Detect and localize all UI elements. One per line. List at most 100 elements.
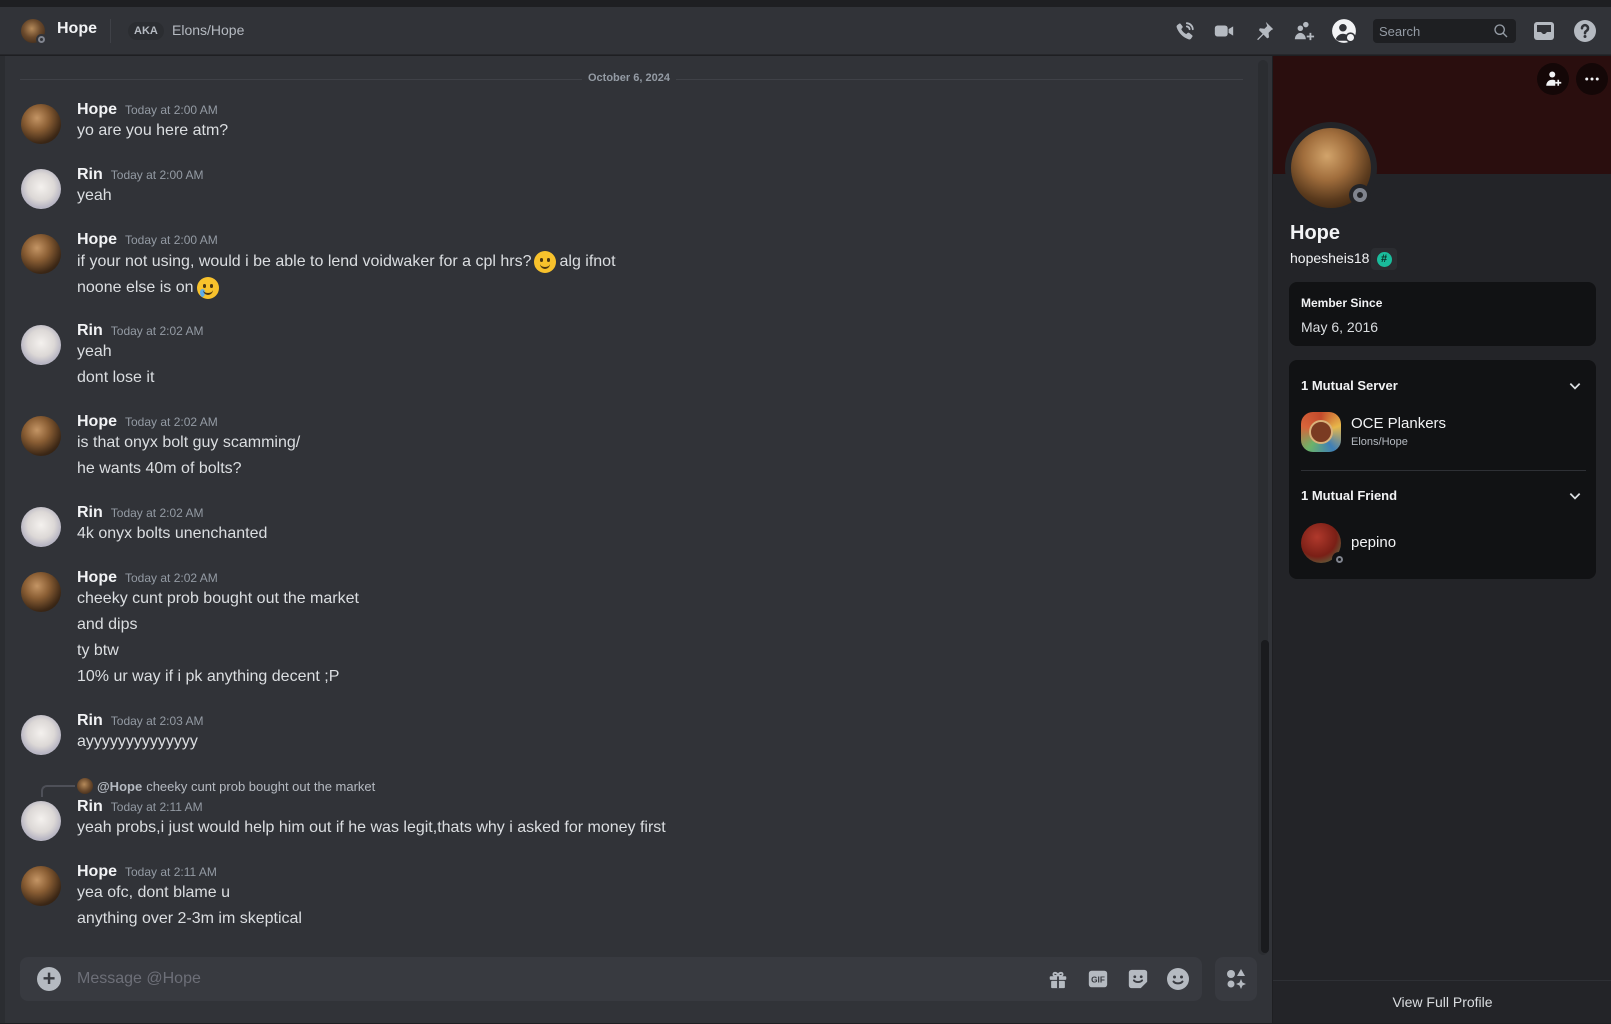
message-header: Hope Today at 2:00 AM xyxy=(77,101,218,119)
message-text: 10% ur way if i pk anything decent ;P xyxy=(77,668,340,685)
message-text: if your not using, would i be able to le… xyxy=(77,253,532,270)
chevron-down-icon[interactable] xyxy=(1568,489,1582,503)
offline-status-icon xyxy=(1349,184,1371,206)
avatar-hope[interactable] xyxy=(21,572,61,612)
slightly-smiling-face-icon[interactable] xyxy=(534,251,557,273)
offline-status-icon xyxy=(1332,552,1346,566)
view-full-profile-button[interactable]: View Full Profile xyxy=(1273,980,1611,1023)
reply-avatar xyxy=(77,778,93,794)
timestamp: Today at 2:00 AM xyxy=(125,233,218,247)
gift-icon[interactable] xyxy=(1046,967,1070,991)
message-header: Rin Today at 2:11 AM xyxy=(77,798,203,816)
server-nickname: Elons/Hope xyxy=(1351,436,1408,448)
message-text: yo are you here atm? xyxy=(77,122,229,139)
more-options-button[interactable] xyxy=(1576,63,1608,95)
help-icon[interactable] xyxy=(1572,18,1598,44)
message-header: Rin Today at 2:02 AM xyxy=(77,504,204,522)
message-input[interactable] xyxy=(77,957,1037,1001)
video-call-icon[interactable] xyxy=(1211,18,1237,44)
more-options-icon xyxy=(1585,77,1599,81)
search-placeholder: Search xyxy=(1379,23,1421,39)
profile-display-name: Hope xyxy=(1290,222,1340,244)
add-friend-icon xyxy=(1546,71,1562,86)
mutual-servers-label[interactable]: 1 Mutual Server xyxy=(1301,378,1398,393)
header-username[interactable]: Hope xyxy=(57,20,97,38)
message-header: Hope Today at 2:02 AM xyxy=(77,413,218,431)
mutual-friends-label[interactable]: 1 Mutual Friend xyxy=(1301,488,1397,503)
timestamp: Today at 2:03 AM xyxy=(110,714,204,728)
search-input[interactable]: Search xyxy=(1373,19,1516,43)
message-text: dont lose it xyxy=(77,369,155,386)
search-icon xyxy=(1494,24,1508,38)
message-text: anything over 2-3m im skeptical xyxy=(77,910,302,927)
inbox-icon[interactable] xyxy=(1531,18,1557,44)
chat-area: October 6, 2024 Hope Today at 2:00 AM yo… xyxy=(0,56,1272,1023)
author-name[interactable]: Rin xyxy=(77,322,103,340)
message-header: Rin Today at 2:02 AM xyxy=(77,322,204,340)
timestamp: Today at 2:11 AM xyxy=(125,865,217,879)
reply-mention[interactable]: @Hope xyxy=(97,779,142,794)
server-name[interactable]: OCE Plankers xyxy=(1351,415,1446,432)
smiling-face-with-tear-icon[interactable] xyxy=(196,277,219,299)
aka-tag: AKA xyxy=(128,22,164,40)
sticker-icon[interactable] xyxy=(1126,967,1150,991)
apps-button[interactable] xyxy=(1215,957,1257,1001)
author-name[interactable]: Hope xyxy=(77,863,117,881)
add-friend-to-dm-icon[interactable] xyxy=(1291,18,1317,44)
author-name[interactable]: Hope xyxy=(77,231,117,249)
user-profile-icon[interactable] xyxy=(1331,18,1357,44)
dm-header: Hope AKA Elons/Hope Search xyxy=(0,7,1611,55)
timestamp: Today at 2:02 AM xyxy=(125,415,218,429)
author-name[interactable]: Hope xyxy=(77,569,117,587)
gif-button[interactable]: GIF xyxy=(1086,967,1110,991)
avatar-rin[interactable] xyxy=(21,325,61,365)
author-name[interactable]: Hope xyxy=(77,413,117,431)
message-text: is that onyx bolt guy scamming/ xyxy=(77,434,301,451)
message-text: cheeky cunt prob bought out the market xyxy=(77,590,359,607)
author-name[interactable]: Rin xyxy=(77,712,103,730)
member-since-label: Member Since xyxy=(1301,296,1383,310)
message-text: ty btw xyxy=(77,642,119,659)
avatar-hope[interactable] xyxy=(21,866,61,906)
header-divider xyxy=(110,19,111,43)
avatar-rin[interactable] xyxy=(21,715,61,755)
author-name[interactable]: Rin xyxy=(77,166,103,184)
message-header: Rin Today at 2:03 AM xyxy=(77,712,204,730)
author-name[interactable]: Hope xyxy=(77,101,117,119)
add-friend-button[interactable] xyxy=(1537,63,1569,95)
avatar-rin[interactable] xyxy=(21,169,61,209)
date-divider-label: October 6, 2024 xyxy=(582,72,676,84)
message-header: Hope Today at 2:00 AM xyxy=(77,231,218,249)
chat-scrollbar-thumb[interactable] xyxy=(1261,640,1269,953)
pin-icon[interactable] xyxy=(1251,18,1277,44)
message-header: Hope Today at 2:02 AM xyxy=(77,569,218,587)
author-name[interactable]: Rin xyxy=(77,504,103,522)
author-name[interactable]: Rin xyxy=(77,798,103,816)
reply-preview[interactable]: @Hope cheeky cunt prob bought out the ma… xyxy=(77,776,375,796)
voice-call-icon[interactable] xyxy=(1172,18,1198,44)
timestamp: Today at 2:02 AM xyxy=(125,571,218,585)
member-since-card: Member Since May 6, 2016 xyxy=(1289,282,1596,346)
upload-plus-icon[interactable]: + xyxy=(37,967,61,991)
apps-icon xyxy=(1227,969,1246,989)
message-line: noone else is on xyxy=(77,275,222,301)
message-text: ayyyyyyyyyyyyyy xyxy=(77,733,198,750)
chevron-down-icon[interactable] xyxy=(1568,379,1582,393)
timestamp: Today at 2:11 AM xyxy=(110,800,203,814)
avatar-hope[interactable] xyxy=(21,234,61,274)
chat-left-edge xyxy=(0,56,5,1023)
message-text: yeah probs,i just would help him out if … xyxy=(77,819,666,836)
timestamp: Today at 2:00 AM xyxy=(110,168,204,182)
gif-label: GIF xyxy=(1091,976,1105,985)
card-divider xyxy=(1301,470,1586,471)
user-profile-panel: Hope hopesheis18 # Member Since May 6, 2… xyxy=(1272,56,1611,1023)
avatar-rin[interactable] xyxy=(21,801,61,841)
emoji-picker-icon[interactable] xyxy=(1166,967,1190,991)
timestamp: Today at 2:02 AM xyxy=(110,324,204,338)
friend-name[interactable]: pepino xyxy=(1351,534,1396,551)
avatar-hope[interactable] xyxy=(21,416,61,456)
hashtag-badge-icon[interactable]: # xyxy=(1371,248,1397,270)
avatar-hope[interactable] xyxy=(21,104,61,144)
server-icon-oce-plankers[interactable] xyxy=(1301,412,1341,452)
avatar-rin[interactable] xyxy=(21,507,61,547)
